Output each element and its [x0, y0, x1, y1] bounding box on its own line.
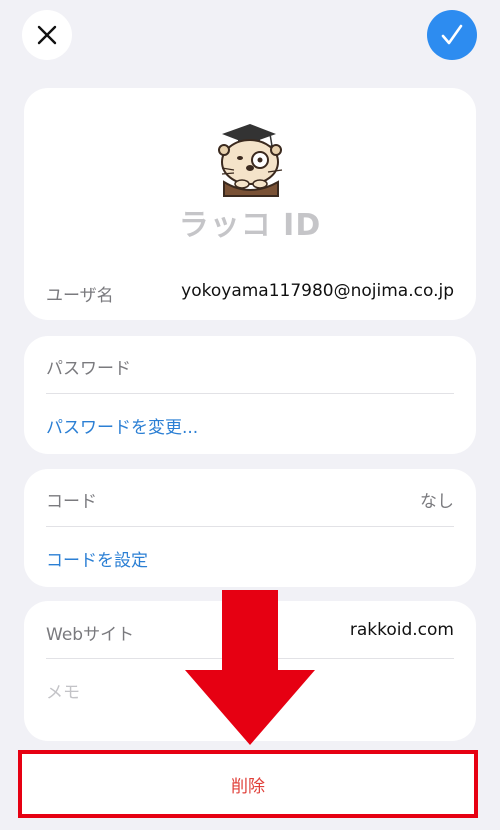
- set-code-link[interactable]: コードを設定: [46, 546, 148, 571]
- code-label: コード: [46, 492, 97, 512]
- down-arrow-icon: [185, 590, 315, 745]
- memo-field[interactable]: メモ: [46, 678, 80, 703]
- done-button[interactable]: [427, 10, 477, 60]
- code-value: なし: [420, 492, 454, 512]
- checkmark-icon: [441, 24, 463, 45]
- delete-button[interactable]: 削除: [18, 750, 478, 818]
- code-card: コード なし コードを設定: [24, 469, 476, 587]
- change-password-link[interactable]: パスワードを変更...: [46, 413, 198, 438]
- username-value[interactable]: yokoyama117980@nojima.co.jp: [181, 281, 454, 301]
- app-name: ラッコ ID: [178, 208, 322, 243]
- password-label: パスワード: [46, 359, 131, 379]
- divider: [46, 526, 454, 527]
- close-button[interactable]: [22, 10, 72, 60]
- delete-label: 削除: [231, 776, 265, 797]
- username-label: ユーザ名: [46, 286, 114, 306]
- sea-otter-avatar-icon: [218, 124, 283, 197]
- divider: [46, 393, 454, 394]
- account-card: ラッコ ID ユーザ名 yokoyama117980@nojima.co.jp: [24, 88, 476, 320]
- close-icon: [37, 25, 57, 45]
- website-label: Webサイト: [46, 625, 135, 645]
- password-card: パスワード パスワードを変更...: [24, 336, 476, 454]
- website-value[interactable]: rakkoid.com: [350, 620, 454, 640]
